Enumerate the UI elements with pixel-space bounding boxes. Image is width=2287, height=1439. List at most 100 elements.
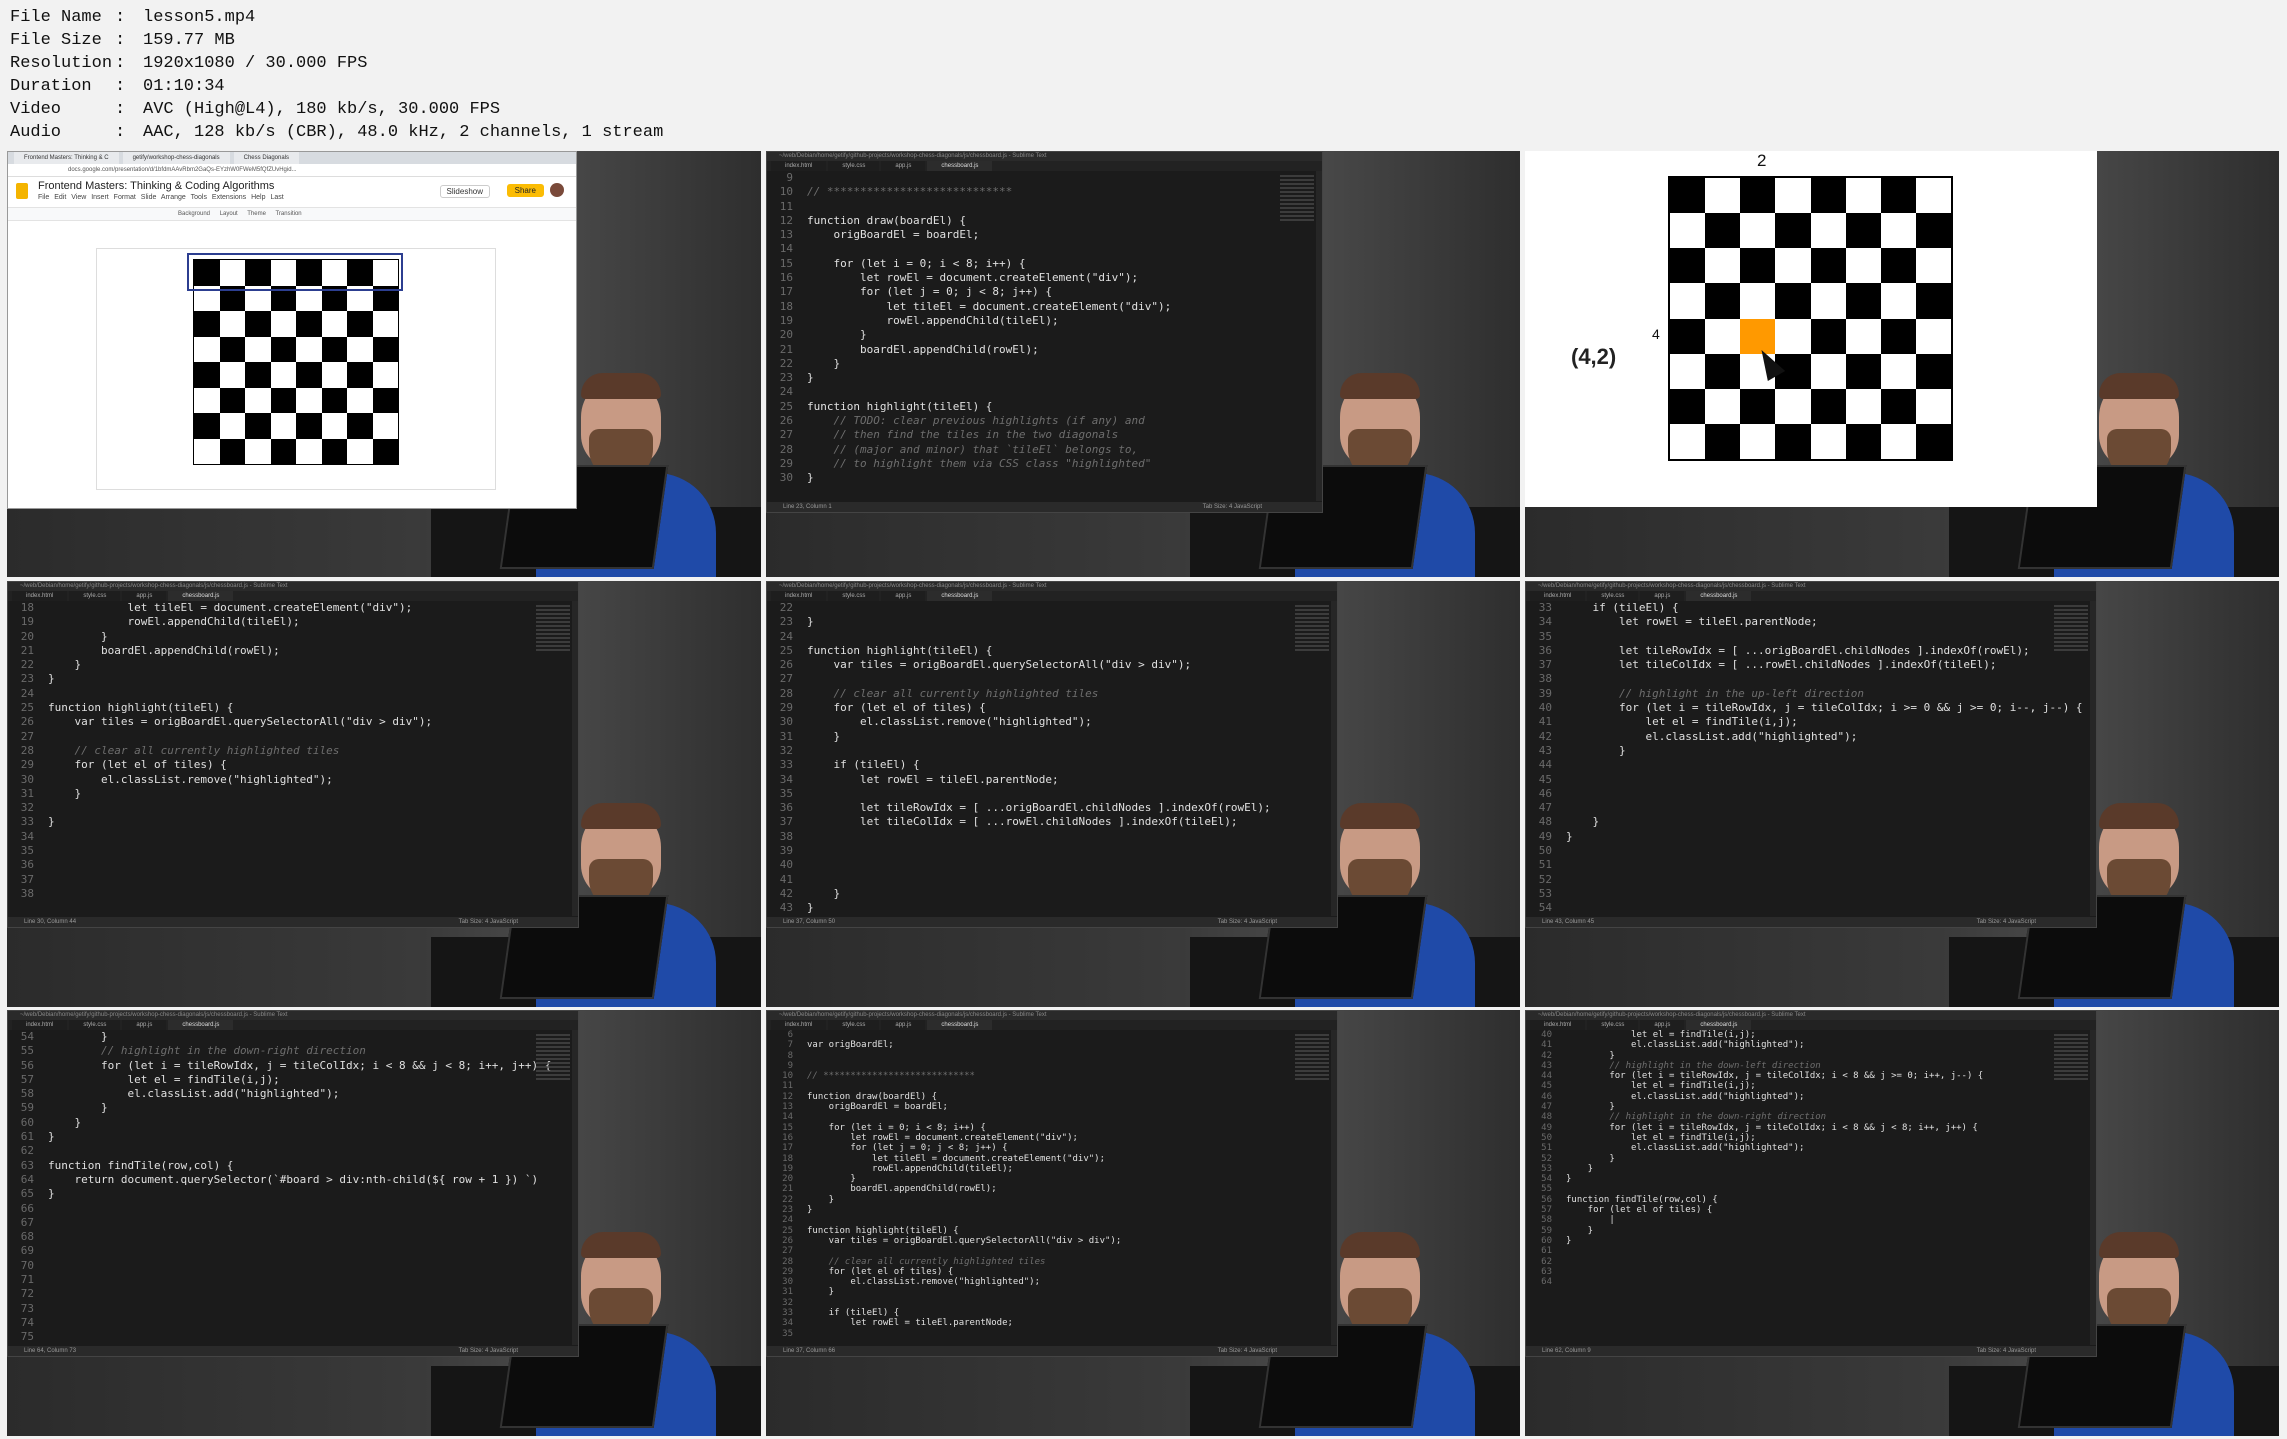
board-tile[interactable] [1810, 388, 1846, 424]
code-line[interactable]: let rowEl = tileEl.parentNode; [807, 1318, 1337, 1328]
code-line[interactable]: } [807, 1195, 1337, 1205]
slide-canvas[interactable] [96, 248, 496, 490]
code-line[interactable]: var tiles = origBoardEl.querySelectorAll… [807, 658, 1337, 672]
code-lines[interactable]: var origBoardEl; // *********************… [799, 1030, 1337, 1345]
board-tile[interactable] [1670, 423, 1706, 459]
code-line[interactable]: for (let j = 0; j < 8; j++) { [807, 1143, 1337, 1153]
code-line[interactable] [1566, 1246, 2096, 1256]
editor-tab[interactable]: index.html [12, 591, 68, 601]
thumbnail-5[interactable]: ~/web/Debian/home/getify/github-projects… [766, 581, 1520, 1007]
board-tile[interactable] [270, 413, 296, 439]
board-tile[interactable] [1915, 213, 1951, 249]
code-line[interactable] [48, 1144, 578, 1158]
code-line[interactable]: for (let j = 0; j < 8; j++) { [807, 285, 1322, 299]
board-tile[interactable] [219, 387, 245, 413]
editor-tab[interactable]: index.html [771, 161, 827, 171]
board-tile[interactable] [1915, 353, 1951, 389]
editor-tab[interactable]: style.css [69, 1020, 121, 1030]
code-line[interactable]: } [1566, 744, 2096, 758]
code-line[interactable]: } [1566, 1051, 2096, 1061]
code-line[interactable] [48, 873, 578, 887]
code-line[interactable] [807, 1246, 1337, 1256]
board-tile[interactable] [1915, 423, 1951, 459]
board-tile[interactable] [1880, 213, 1916, 249]
minimap[interactable] [536, 605, 570, 651]
code-line[interactable]: el.classList.add("highlighted"); [1566, 730, 2096, 744]
code-line[interactable]: var tiles = origBoardEl.querySelectorAll… [807, 1236, 1337, 1246]
board-tile[interactable] [245, 362, 271, 388]
code-line[interactable]: } [48, 1116, 578, 1130]
code-line[interactable]: var tiles = origBoardEl.querySelectorAll… [48, 715, 578, 729]
board-tile[interactable] [1845, 178, 1881, 214]
code-line[interactable]: } [807, 615, 1337, 629]
code-line[interactable]: function highlight(tileEl) { [807, 400, 1322, 414]
code-line[interactable]: let el = findTile(i,j); [48, 1073, 578, 1087]
board-tile[interactable] [1880, 353, 1916, 389]
code-line[interactable]: origBoardEl = boardEl; [807, 1102, 1337, 1112]
minimap[interactable] [2054, 605, 2088, 651]
board-tile[interactable] [296, 311, 322, 337]
code-line[interactable]: } [1566, 830, 2096, 844]
scrollbar[interactable] [2090, 1030, 2096, 1345]
editor-tab[interactable]: style.css [828, 161, 880, 171]
code-line[interactable] [807, 1061, 1337, 1071]
code-area[interactable]: 40 41 42 43 44 45 46 47 48 49 50 51 52 53 54 55 56 57 58 59… [1526, 1030, 2096, 1345]
code-line[interactable]: } [807, 328, 1322, 342]
board-tile[interactable] [1845, 318, 1881, 354]
code-line[interactable]: function draw(boardEl) { [807, 214, 1322, 228]
board-tile[interactable] [1880, 178, 1916, 214]
board-tile[interactable] [1740, 283, 1776, 319]
code-line[interactable] [1566, 858, 2096, 872]
board-tile[interactable] [1670, 283, 1706, 319]
code-line[interactable]: var origBoardEl; [807, 1040, 1337, 1050]
code-line[interactable]: function highlight(tileEl) { [807, 1226, 1337, 1236]
editor-tab[interactable]: index.html [1530, 1020, 1586, 1030]
board-tile[interactable] [1880, 283, 1916, 319]
code-line[interactable]: boardEl.appendChild(rowEl); [807, 343, 1322, 357]
thumbnail-6[interactable]: ~/web/Debian/home/getify/github-projects… [1525, 581, 2279, 1007]
board-tile[interactable] [296, 413, 322, 439]
code-line[interactable]: } [807, 730, 1337, 744]
thumbnail-2[interactable]: ~/web/Debian/home/getify/github-projects… [766, 151, 1520, 577]
code-line[interactable] [48, 830, 578, 844]
code-line[interactable]: let el = findTile(i,j); [1566, 715, 2096, 729]
code-line[interactable] [807, 630, 1337, 644]
code-line[interactable]: boardEl.appendChild(rowEl); [48, 644, 578, 658]
board-tile[interactable] [1705, 353, 1741, 389]
code-line[interactable]: let tileColIdx = [ ...rowEl.childNodes ]… [1566, 658, 2096, 672]
board-tile[interactable] [194, 336, 220, 362]
code-line[interactable]: } [48, 1030, 578, 1044]
doc-title[interactable]: Frontend Masters: Thinking & Coding Algo… [38, 180, 274, 192]
code-lines[interactable]: } function highlight(tileEl) { var tiles … [799, 601, 1337, 916]
board-tile[interactable] [245, 311, 271, 337]
code-line[interactable] [807, 171, 1322, 185]
code-line[interactable] [48, 1330, 578, 1344]
code-line[interactable]: // highlight in the down-right direction [1566, 1112, 2096, 1122]
code-line[interactable] [807, 1112, 1337, 1122]
thumbnail-1[interactable]: Frontend Masters: Thinking & C getify/wo… [7, 151, 761, 577]
board-tile[interactable] [219, 413, 245, 439]
browser-tab[interactable]: Chess Diagonals [233, 152, 299, 164]
code-line[interactable] [1566, 1277, 2096, 1287]
code-line[interactable]: } [48, 672, 578, 686]
code-line[interactable]: // clear all currently highlighted tiles [807, 1257, 1337, 1267]
board-tile[interactable] [1845, 423, 1881, 459]
code-line[interactable] [48, 1244, 578, 1258]
code-line[interactable] [807, 1298, 1337, 1308]
board-tile[interactable] [1740, 423, 1776, 459]
code-line[interactable] [807, 385, 1322, 399]
board-tile[interactable] [1880, 248, 1916, 284]
board-tile[interactable] [321, 438, 347, 464]
code-line[interactable]: el.classList.add("highlighted"); [1566, 1092, 2096, 1102]
board-tile[interactable] [1880, 318, 1916, 354]
share-button[interactable]: Share [506, 184, 544, 197]
board-tile[interactable] [1670, 353, 1706, 389]
thumbnail-4[interactable]: ~/web/Debian/home/getify/github-projects… [7, 581, 761, 1007]
board-tile[interactable] [1915, 248, 1951, 284]
thumbnail-7[interactable]: ~/web/Debian/home/getify/github-projects… [7, 1010, 761, 1436]
board-tile[interactable] [1705, 423, 1741, 459]
code-line[interactable]: rowEl.appendChild(tileEl); [807, 314, 1322, 328]
code-line[interactable] [1566, 1257, 2096, 1267]
scrollbar[interactable] [572, 601, 578, 916]
code-line[interactable]: for (let i = tileRowIdx, j = tileColIdx;… [1566, 1123, 2096, 1133]
